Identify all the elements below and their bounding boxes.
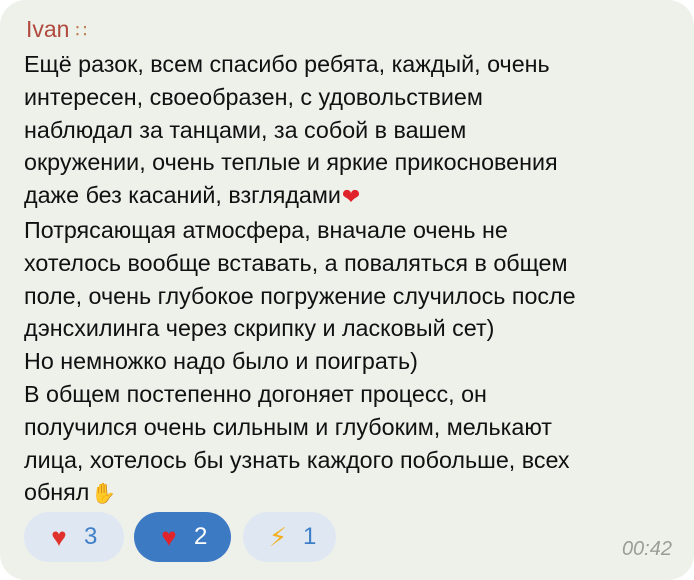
red-heart-icon: ♥	[161, 521, 177, 552]
reaction-count: 2	[194, 523, 208, 550]
sender-name[interactable]: Ivan	[26, 16, 69, 42]
message-line: наблюдал за танцами, за собой в вашем	[24, 116, 467, 143]
sender-name-row[interactable]: Ivan ∷	[26, 14, 87, 46]
message-line: окружении, очень теплые и яркие прикосно…	[24, 149, 558, 176]
message-line: интересен, своеобразен, с удовольствием	[24, 83, 483, 110]
message-line: лица, хотелось бы узнать каждого побольш…	[24, 446, 570, 473]
message-line: обнял	[24, 479, 90, 506]
message-line: Но немножко надо было и поиграть)	[24, 348, 418, 375]
message-line-with-emoji: даже без касаний, взглядами❤	[24, 179, 674, 214]
reaction-count: 3	[84, 523, 98, 550]
message-line-with-emoji: обнял ✋	[24, 476, 674, 511]
message-line: поле, очень глубокое погружение случилос…	[24, 282, 576, 309]
message-line: получился очень сильным и глубоким, мель…	[24, 413, 552, 440]
reaction-lightning[interactable]: ⚡ 1	[243, 512, 336, 562]
message-line: дэнсхилинга через скрипку и ласковый сет…	[24, 315, 495, 342]
red-heart-icon: ❤	[341, 184, 361, 210]
message-line: В общем постепенно догоняет процесс, он	[24, 380, 487, 407]
message-line: хотелось вообще вставать, а поваляться в…	[24, 249, 568, 276]
pinched-fingers-icon: ✋	[91, 483, 117, 506]
message-line: даже без касаний, взглядами	[24, 182, 341, 209]
message-bubble[interactable]: Ivan ∷ Ещё разок, всем спасибо ребята, ка…	[0, 0, 694, 580]
message-line: Ещё разок, всем спасибо ребята, каждый, …	[24, 51, 550, 77]
reaction-red-heart[interactable]: ♥ 2	[134, 512, 231, 562]
reaction-count: 1	[303, 523, 317, 550]
heart-on-fire-icon: ♥	[51, 521, 67, 552]
message-timestamp: 00:42	[621, 538, 672, 560]
message-line: Потрясающая атмосфера, вначале очень не	[24, 216, 508, 243]
footprints-icon: ∷	[75, 21, 87, 41]
lightning-icon: ⚡	[268, 521, 288, 552]
reaction-heart-on-fire[interactable]: ♥ 3	[24, 512, 124, 562]
message-text: Ещё разок, всем спасибо ребята, каждый, …	[24, 48, 674, 511]
